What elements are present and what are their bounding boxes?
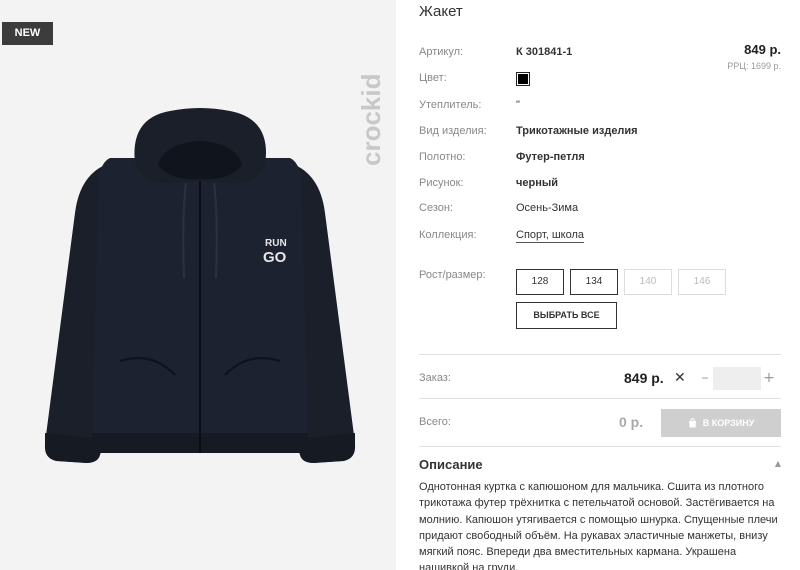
total-value: 0 р. <box>619 414 644 430</box>
add-to-cart-label: В КОРЗИНУ <box>702 418 755 428</box>
size-button-128[interactable]: 128 <box>516 269 564 295</box>
type-label: Вид изделия: <box>419 125 487 137</box>
size-label: Рост/размер: <box>419 269 486 281</box>
recommended-price: РРЦ: 1699 р. <box>727 61 781 71</box>
chest-print-line2: GO <box>263 249 287 266</box>
shopping-bag-icon <box>688 417 696 428</box>
fabric-value: Футер-петля <box>516 151 585 163</box>
pattern-value: черный <box>516 177 559 189</box>
collapse-arrow-icon[interactable]: ▲ <box>775 459 781 468</box>
total-label: Всего: <box>419 416 451 428</box>
jacket-photo: RUN GO <box>40 103 360 478</box>
brand-logo: crockid <box>356 18 388 168</box>
product-details: Жакет 849 р. РРЦ: 1699 р. Артикул: К 301… <box>419 0 781 570</box>
pattern-label: Рисунок: <box>419 177 464 189</box>
price-block: 849 р. РРЦ: 1699 р. <box>727 42 781 71</box>
article-value: К 301841-1 <box>516 46 573 58</box>
add-to-cart-button[interactable]: В КОРЗИНУ <box>661 409 781 437</box>
type-value: Трикотажные изделия <box>516 125 638 137</box>
size-button-134[interactable]: 134 <box>570 269 618 295</box>
order-price: 849 р. <box>624 370 664 386</box>
color-swatch[interactable] <box>516 72 530 86</box>
quantity-plus-button[interactable]: + <box>761 367 777 389</box>
size-button-140: 140 <box>624 269 672 295</box>
new-badge: NEW <box>2 22 53 45</box>
quantity-minus-button[interactable]: – <box>697 367 713 389</box>
insulation-value: " <box>516 99 520 111</box>
insulation-label: Утеплитель: <box>419 99 482 111</box>
chest-print-line1: RUN <box>265 238 287 249</box>
season-label: Сезон: <box>419 202 453 214</box>
divider <box>419 398 781 399</box>
select-all-button[interactable]: ВЫБРАТЬ ВСЕ <box>516 302 617 329</box>
season-value: Осень-Зима <box>516 202 579 214</box>
color-swatch-fill <box>518 74 528 84</box>
product-price: 849 р. <box>744 42 781 57</box>
collection-link[interactable]: Спорт, школа <box>516 229 584 243</box>
description-text: Однотонная куртка с капюшоном для мальчи… <box>419 481 778 570</box>
size-button-146: 146 <box>678 269 726 295</box>
divider <box>419 446 781 447</box>
divider <box>419 354 781 355</box>
color-label: Цвет: <box>419 72 447 84</box>
quantity-input[interactable] <box>713 367 761 390</box>
remove-icon[interactable]: ✕ <box>674 370 686 386</box>
article-label: Артикул: <box>419 46 464 58</box>
brand-logo-text: crockid <box>358 74 386 167</box>
product-image-area: NEW crockid RUN GO <box>0 0 396 570</box>
order-label: Заказ: <box>419 372 451 384</box>
fabric-label: Полотно: <box>419 151 466 163</box>
collection-label: Коллекция: <box>419 229 477 241</box>
product-title: Жакет <box>419 3 463 20</box>
description-heading[interactable]: Описание <box>419 457 483 472</box>
